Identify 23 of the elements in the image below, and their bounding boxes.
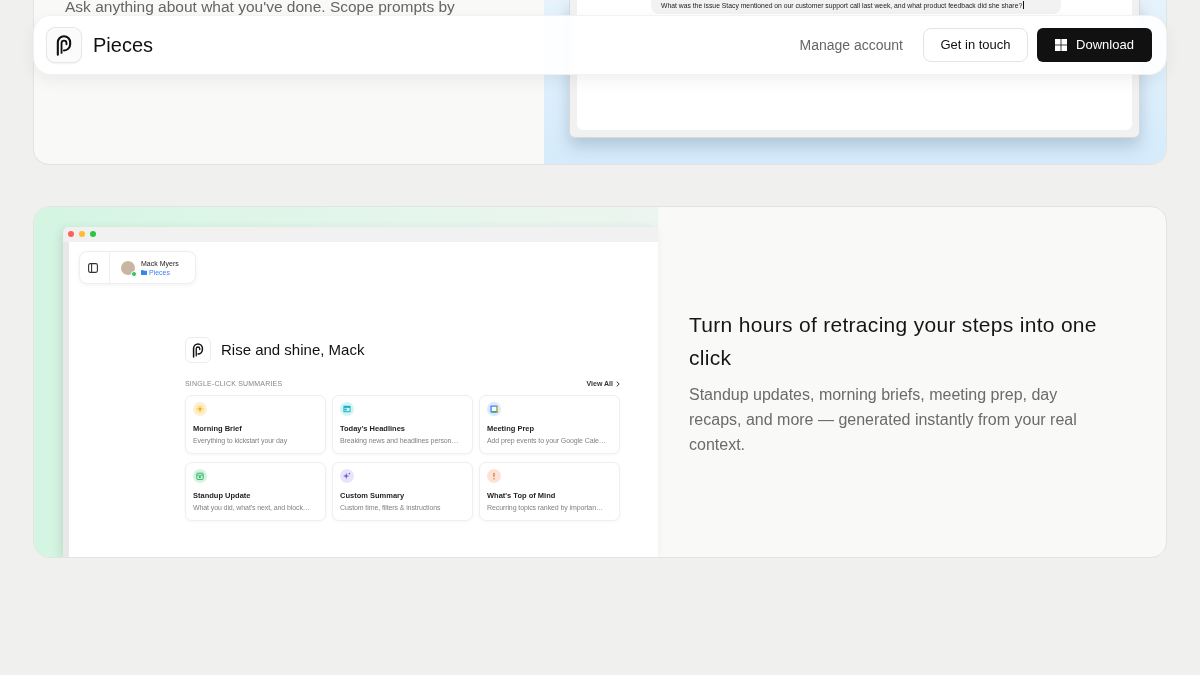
feature-description: Standup updates, morning briefs, meeting prep, day recaps, and more — generated instantly from your real context. [689,384,1078,455]
brand-name[interactable]: Pieces [93,30,154,60]
logo-icon[interactable] [46,27,82,63]
sun-icon [193,402,207,416]
greeting-heading: Rise and shine, Mack [221,340,365,360]
chevron-icon [616,380,620,387]
feature-description: Ask anything about what you've done. Scope prompts by [65,0,456,14]
text-cursor [1023,1,1025,9]
sidebar-icon[interactable] [88,262,98,273]
folder-icon [141,269,147,275]
status-dot-icon [131,270,137,277]
calendar-icon [193,469,207,483]
sparkle-icon [340,469,354,483]
exclamation-icon [487,469,501,483]
calendar-icon [487,402,501,416]
avatar-icon [121,260,135,275]
window-icon [340,402,354,416]
feature-title: Turn hours of retracing your steps into one click [689,311,1098,371]
secondary-button[interactable]: Get in touch [923,28,1028,62]
nav-link[interactable]: Manage account [799,34,903,56]
download-button[interactable]: Download [1037,28,1152,62]
windows-icon [1055,39,1068,51]
logo-icon [185,337,211,363]
